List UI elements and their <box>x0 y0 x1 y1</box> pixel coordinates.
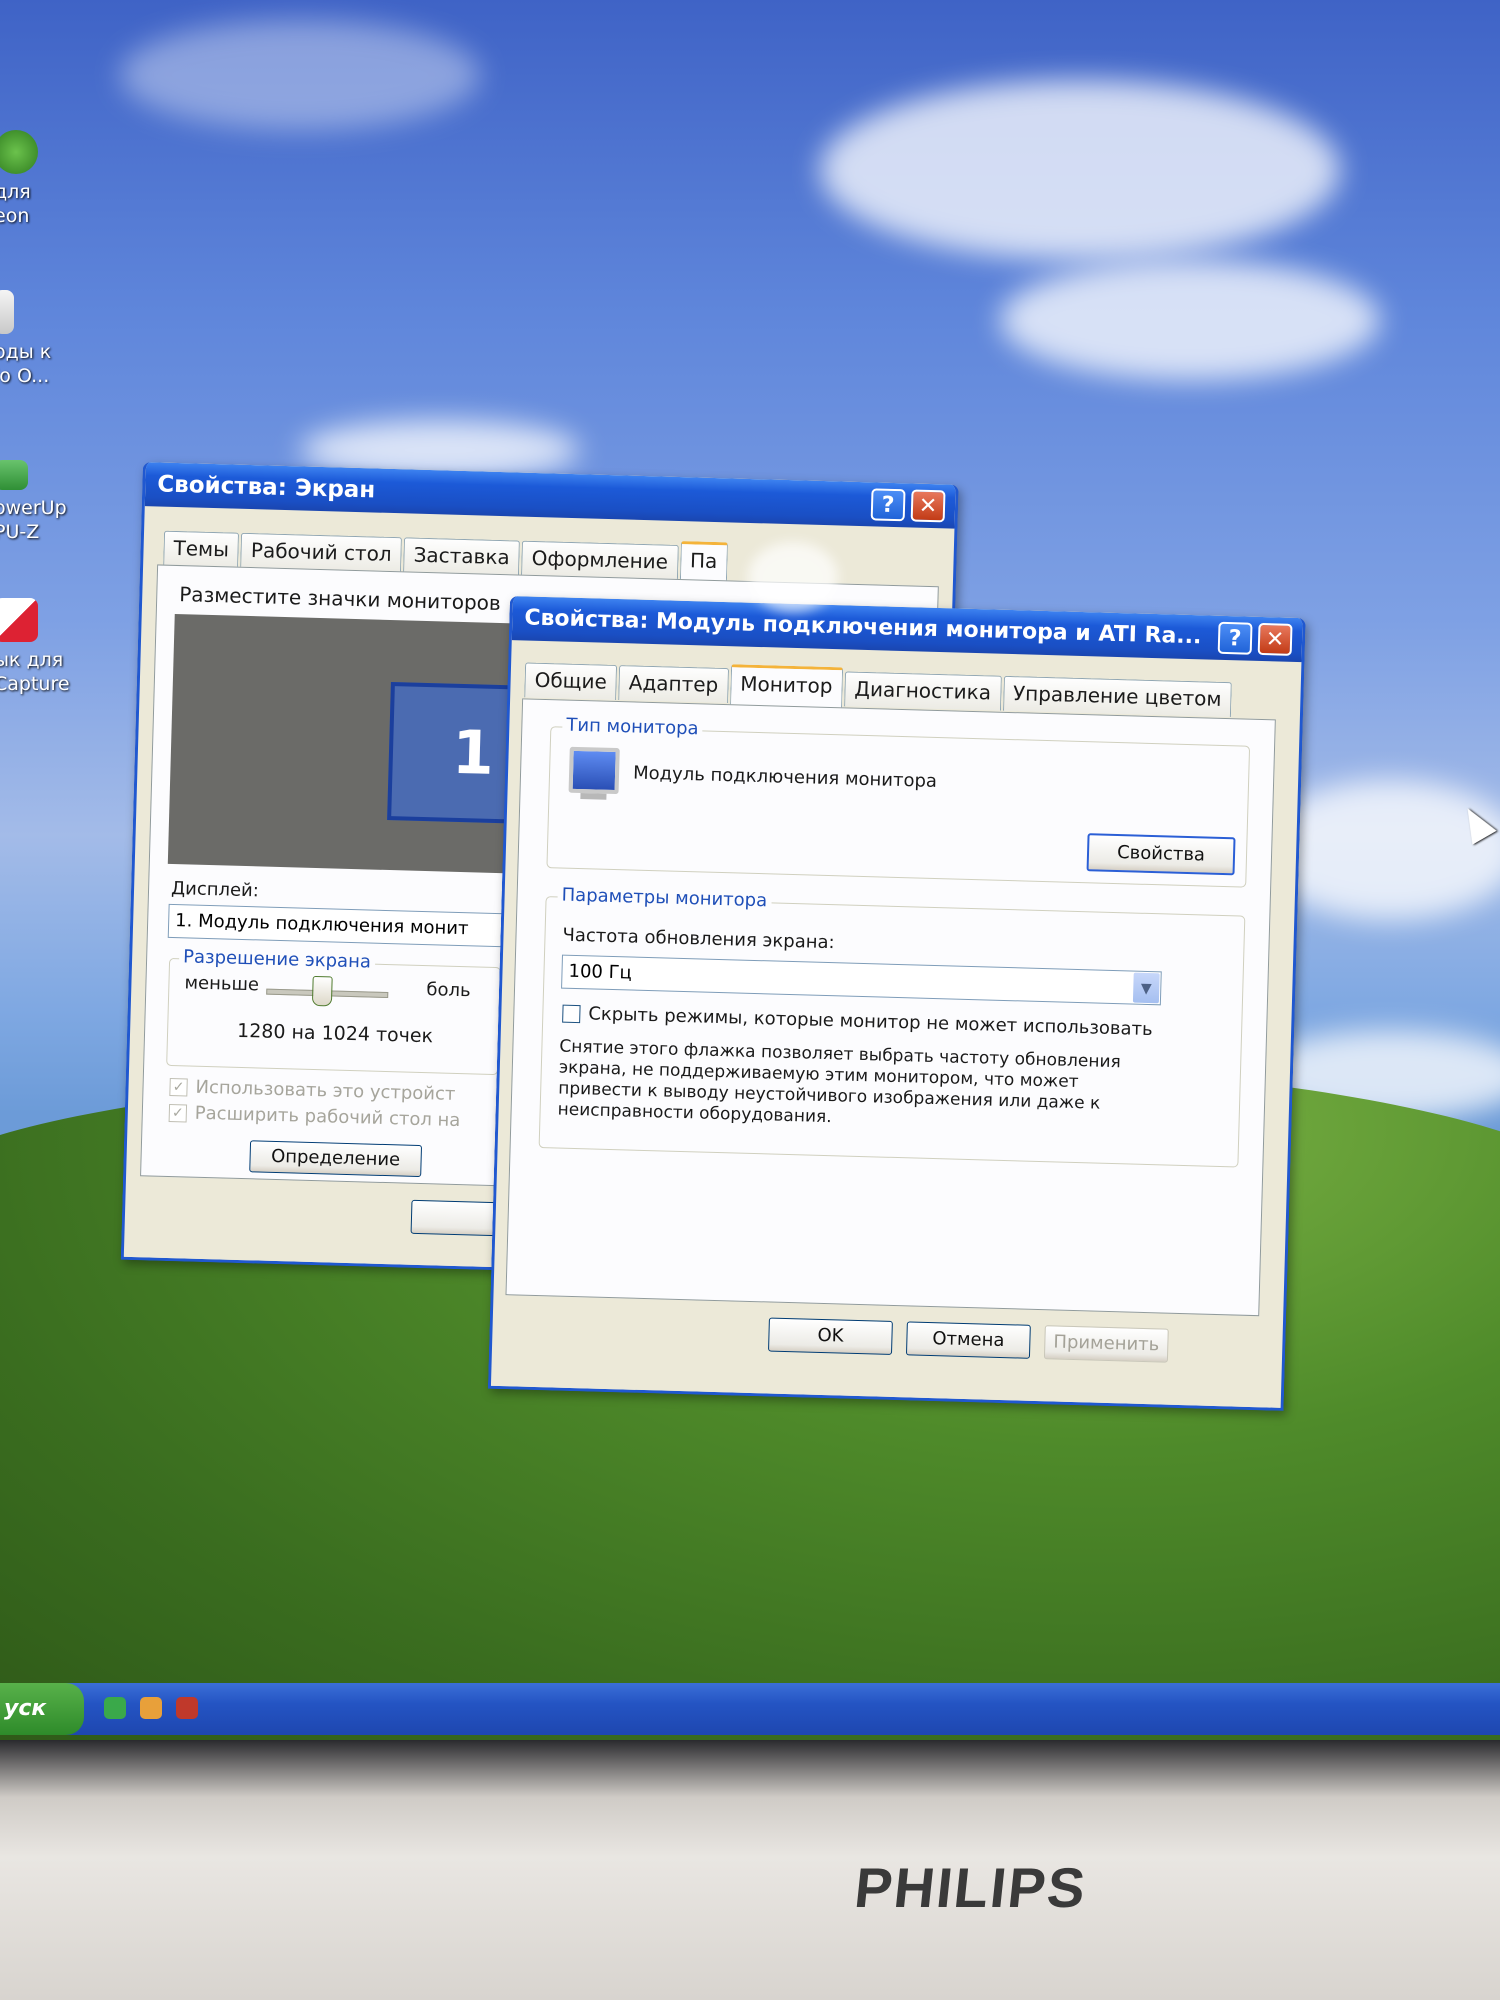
monitor-tab-panel: Тип монитора Модуль подключения монитора… <box>505 698 1276 1317</box>
primary-device-label: Использовать это устройст <box>195 1076 456 1105</box>
tab-monitor[interactable]: Монитор <box>729 664 844 709</box>
desktop-icon[interactable]: owerUp PU-Z <box>0 460 84 544</box>
taskbar: уск <box>0 1683 1500 1735</box>
tab-appearance[interactable]: Оформление <box>521 540 679 580</box>
tab-general[interactable]: Общие <box>524 662 618 701</box>
desktop-icon[interactable]: для eon <box>0 130 84 228</box>
ok-button[interactable]: OK <box>768 1317 893 1355</box>
identify-button[interactable]: Определение <box>249 1140 423 1178</box>
hide-modes-checkbox[interactable] <box>562 1004 581 1024</box>
display-label: Дисплей: <box>170 877 260 902</box>
close-button[interactable]: ✕ <box>910 489 946 523</box>
app-icon <box>0 130 38 174</box>
document-icon <box>0 290 14 334</box>
extend-desktop-checkbox: ✓ <box>168 1103 188 1123</box>
desktop-icon-label: owerUp PU-Z <box>0 497 67 543</box>
camera-flash-glare <box>748 542 838 612</box>
display-window-titlebar[interactable]: Свойства: Экран ? ✕ <box>144 462 956 529</box>
capture-icon <box>0 598 38 642</box>
less-label: меньше <box>184 972 260 996</box>
tab-adapter[interactable]: Адаптер <box>618 665 729 704</box>
desktop-icon[interactable]: ык для Capture <box>0 598 84 696</box>
tab-color-management[interactable]: Управление цветом <box>1002 675 1232 718</box>
tab-diagnostics[interactable]: Диагностика <box>843 671 1002 711</box>
refresh-rate-value: 100 Гц <box>568 960 633 984</box>
monitor-type-group-title: Тип монитора <box>562 714 703 740</box>
more-label: боль <box>426 979 471 1002</box>
help-button[interactable]: ? <box>1217 621 1253 655</box>
monitor-properties-button[interactable]: Свойства <box>1086 833 1236 876</box>
help-button[interactable]: ? <box>870 488 906 522</box>
arrange-monitors-label: Разместите значки мониторов <box>178 582 502 616</box>
desktop-icon-label: ык для Capture <box>0 649 70 695</box>
monitor-bezel <box>0 1740 1500 2000</box>
window-title: Свойства: Модуль подключения монитора и … <box>524 605 1202 650</box>
desktop-icon[interactable]: оды к lo O... <box>0 290 84 388</box>
desktop-icon-label: оды к lo O... <box>0 341 52 387</box>
primary-device-checkbox: ✓ <box>169 1077 188 1097</box>
desktop: для eon оды к lo O... owerUp PU-Z ык для… <box>0 0 1500 1740</box>
tab-screensaver[interactable]: Заставка <box>403 537 521 576</box>
tab-desktop[interactable]: Рабочий стол <box>240 532 403 573</box>
start-button[interactable]: уск <box>0 1683 84 1735</box>
monitor-stand-icon <box>580 793 607 800</box>
brand-logo: PHILIPS <box>851 1856 1091 1919</box>
quicklaunch-icon[interactable] <box>140 1697 162 1719</box>
cancel-button[interactable]: Отмена <box>905 1321 1031 1359</box>
extend-desktop-label: Расширить рабочий стол на <box>194 1102 461 1132</box>
quicklaunch-icon[interactable] <box>104 1697 126 1719</box>
close-button[interactable]: ✕ <box>1257 622 1293 656</box>
window-title: Свойства: Экран <box>157 471 376 504</box>
resolution-slider-thumb[interactable] <box>311 975 333 1007</box>
desktop-icon-label: для eon <box>0 181 31 227</box>
monitor-icon <box>568 746 620 795</box>
tab-settings[interactable]: Па <box>679 541 728 584</box>
quicklaunch-icon[interactable] <box>176 1697 198 1719</box>
apply-button[interactable]: Применить <box>1043 1325 1169 1363</box>
chevron-down-icon[interactable]: ▼ <box>1132 972 1160 1004</box>
monitor-properties-window[interactable]: Свойства: Модуль подключения монитора и … <box>487 596 1306 1411</box>
gpu-z-icon <box>0 460 28 490</box>
tab-themes[interactable]: Темы <box>163 530 240 568</box>
